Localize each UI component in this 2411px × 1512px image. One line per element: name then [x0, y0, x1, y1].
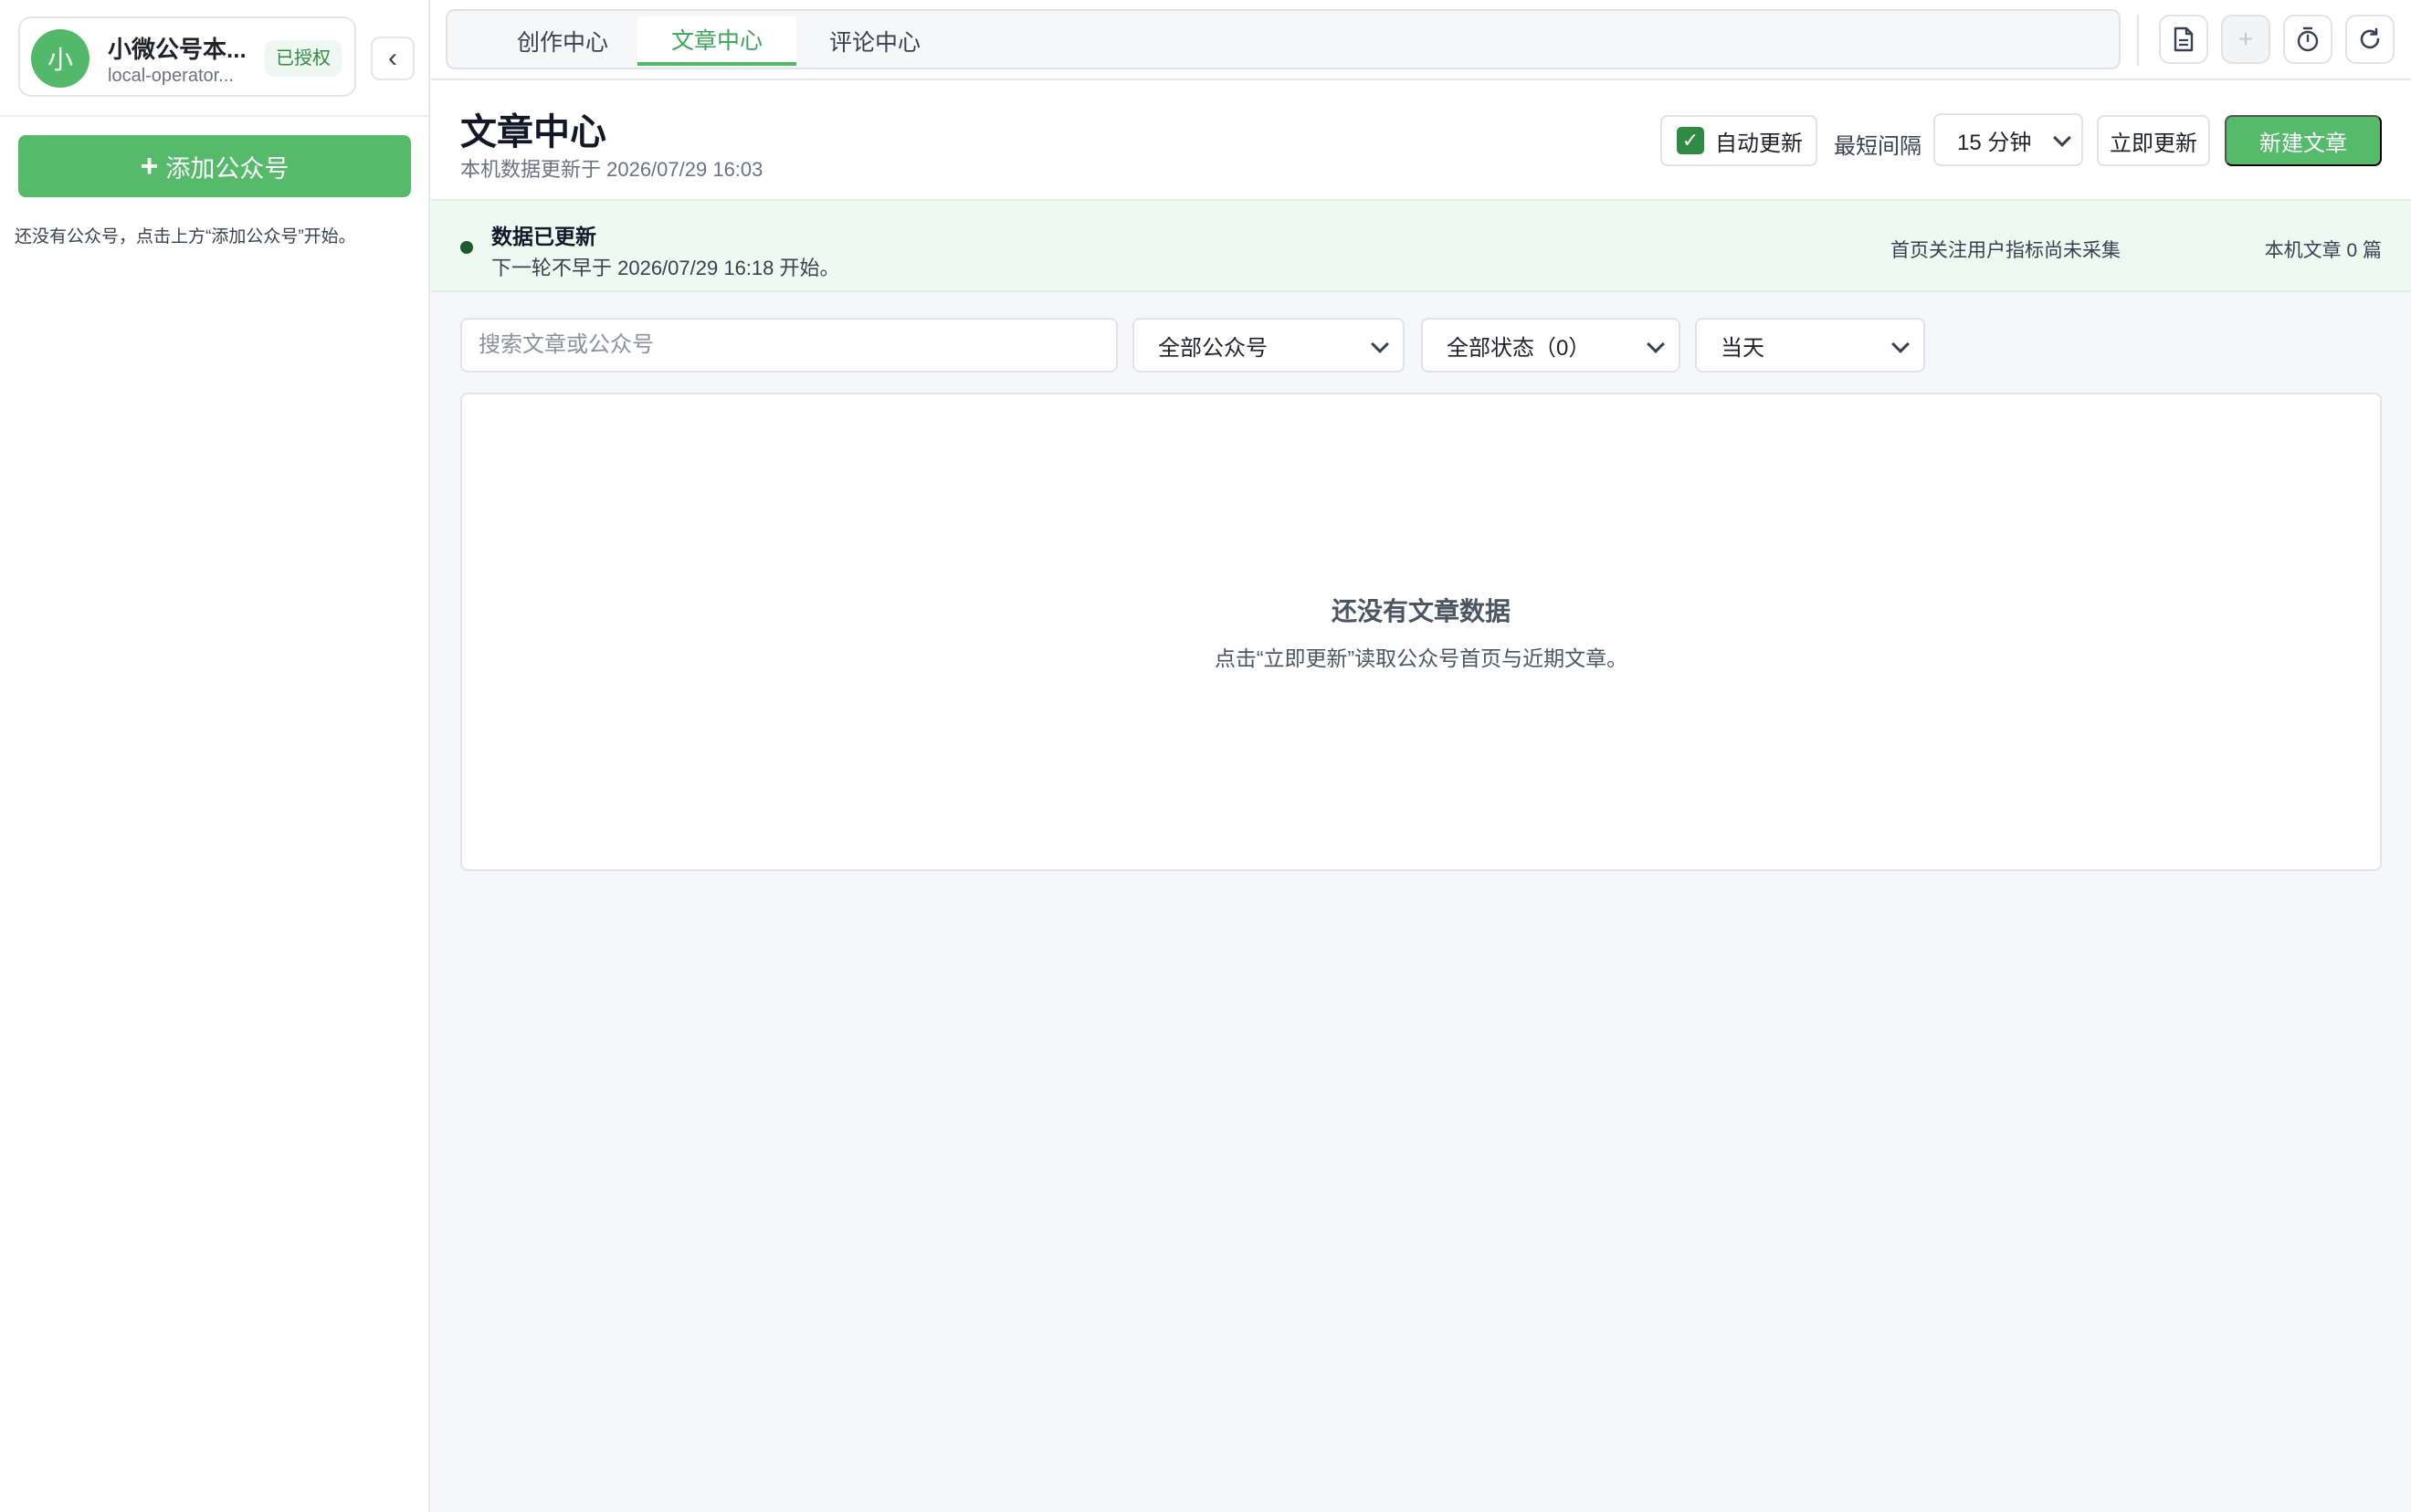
new-article-button[interactable]: 新建文章 [2225, 115, 2382, 166]
authorized-badge: 已授权 [265, 40, 342, 77]
sidebar-empty-hint: 还没有公众号，点击上方“添加公众号”开始。 [15, 227, 356, 247]
refresh-icon [2360, 27, 2380, 49]
sidebar: 小 小微公号本... local-operator... 已授权 ‹ + 添加公… [0, 0, 430, 1512]
document-icon [2174, 26, 2194, 52]
status-banner: 数据已更新 下一轮不早于 2026/07/29 16:18 开始。 首页关注用户… [431, 199, 2411, 292]
tab-creation-center[interactable]: 创作中心 [484, 16, 641, 66]
timer-icon [2297, 26, 2319, 52]
article-count-metric: 本机文章 0 篇 [2264, 240, 2382, 261]
date-filter-value: 当天 [1721, 335, 1764, 361]
timer-button[interactable] [2283, 15, 2332, 64]
refresh-button[interactable] [2345, 15, 2395, 64]
empty-state-description: 点击“立即更新”读取公众号首页与近期文章。 [1214, 646, 1628, 670]
empty-state-title: 还没有文章数据 [1331, 597, 1511, 625]
status-filter-value: 全部状态（0） [1447, 335, 1591, 361]
account-filter-value: 全部公众号 [1158, 335, 1268, 361]
auto-update-checkbox[interactable]: ✓ [1677, 127, 1704, 154]
topbar: 创作中心 文章中心 评论中心 + [431, 0, 2411, 80]
interval-select[interactable]: 15 分钟 [1933, 113, 2083, 166]
followers-metric: 首页关注用户指标尚未采集 [1890, 240, 2121, 261]
add-account-label: 添加公众号 [165, 154, 290, 183]
add-account-button[interactable]: + 添加公众号 [18, 135, 411, 197]
chevron-left-icon: ‹ [388, 43, 397, 73]
status-title: 数据已更新 [491, 225, 596, 248]
avatar: 小 [31, 29, 89, 88]
add-button[interactable]: + [2221, 15, 2270, 64]
account-card[interactable]: 小 小微公号本... local-operator... 已授权 [18, 16, 356, 97]
plus-icon: + [2237, 25, 2254, 53]
tab-comment-center[interactable]: 评论中心 [796, 16, 953, 66]
chevron-down-icon [2053, 129, 2071, 147]
chevron-down-icon [1647, 335, 1665, 353]
interval-value: 15 分钟 [1957, 130, 2032, 155]
auto-update-label: 自动更新 [1715, 131, 1803, 156]
document-button[interactable] [2159, 15, 2208, 64]
topbar-separator [2137, 15, 2139, 66]
chevron-down-icon [1371, 335, 1389, 353]
search-input[interactable] [460, 318, 1118, 373]
interval-label: 最短间隔 [1834, 134, 1921, 159]
article-list-empty-state: 还没有文章数据 点击“立即更新”读取公众号首页与近期文章。 [460, 393, 2382, 871]
account-filter-select[interactable]: 全部公众号 [1132, 318, 1405, 373]
status-dot-icon [460, 241, 473, 254]
refresh-now-button[interactable]: 立即更新 [2097, 115, 2210, 166]
plus-icon: + [140, 149, 159, 184]
tab-bar: 创作中心 文章中心 评论中心 [446, 9, 2121, 69]
last-updated-text: 本机数据更新于 2026/07/29 16:03 [460, 158, 763, 181]
tab-article-center[interactable]: 文章中心 [637, 16, 796, 66]
page-title: 文章中心 [460, 112, 606, 152]
collapse-sidebar-button[interactable]: ‹ [371, 37, 415, 80]
status-description: 下一轮不早于 2026/07/29 16:18 开始。 [491, 257, 840, 279]
auto-update-toggle[interactable]: ✓ 自动更新 [1660, 115, 1817, 166]
page-header: 文章中心 本机数据更新于 2026/07/29 16:03 ✓ 自动更新 最短间… [431, 80, 2411, 199]
account-name: 小微公号本... [108, 36, 247, 63]
sidebar-divider [0, 115, 428, 117]
status-filter-select[interactable]: 全部状态（0） [1421, 318, 1680, 373]
chevron-down-icon [1891, 335, 1910, 353]
date-filter-select[interactable]: 当天 [1695, 318, 1925, 373]
account-id: local-operator... [108, 66, 234, 86]
